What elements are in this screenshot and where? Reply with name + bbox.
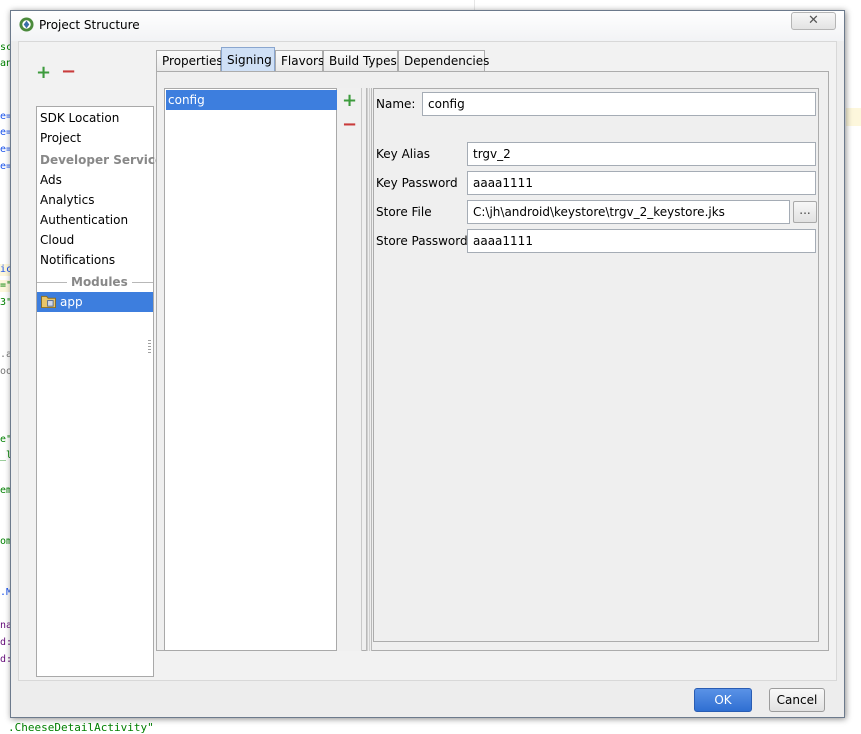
editor-highlight (846, 108, 861, 126)
browse-button[interactable]: ... (793, 201, 817, 223)
tab-signing[interactable]: Signing (221, 47, 275, 72)
sidebar-item-project[interactable]: Project (40, 128, 81, 148)
name-label: Name: (376, 97, 416, 111)
cancel-button[interactable]: Cancel (769, 688, 825, 712)
sidebar: SDK Location Project Developer Services … (36, 106, 170, 677)
sidebar-item-app[interactable]: app (37, 292, 153, 312)
tab-dependencies[interactable]: Dependencies (398, 50, 489, 71)
tab-build-types[interactable]: Build Types (323, 50, 398, 71)
sidebar-header-developer-services: Developer Services (40, 153, 171, 167)
sidebar-item-analytics[interactable]: Analytics (40, 190, 95, 210)
store-password-field[interactable] (467, 229, 816, 253)
module-label: app (60, 295, 83, 309)
add-config-icon[interactable]: + (342, 92, 357, 110)
key-alias-field[interactable] (467, 142, 816, 166)
title-bar[interactable]: Project Structure ✕ (11, 11, 844, 41)
key-password-label: Key Password (376, 176, 458, 190)
tab-properties[interactable]: Properties (156, 50, 223, 71)
splitter-handle[interactable] (148, 340, 151, 354)
remove-config-icon[interactable]: − (342, 116, 357, 134)
code-line: .CheeseDetailActivity" (8, 721, 154, 734)
dialog-title: Project Structure (39, 18, 140, 32)
project-structure-dialog: Project Structure ✕ + − SDK Location Pro… (10, 10, 845, 718)
key-alias-label: Key Alias (376, 147, 431, 161)
modules-header: Modules (67, 274, 132, 290)
vertical-splitter[interactable] (366, 88, 372, 651)
signing-config-item[interactable]: config (166, 90, 337, 110)
name-field[interactable] (422, 92, 816, 116)
key-password-field[interactable] (467, 171, 816, 195)
sidebar-item-authentication[interactable]: Authentication (40, 210, 128, 230)
store-file-field[interactable] (467, 200, 790, 224)
close-button[interactable]: ✕ (791, 12, 836, 30)
tab-flavors[interactable]: Flavors (275, 50, 324, 71)
sidebar-item-cloud[interactable]: Cloud (40, 230, 74, 250)
store-file-label: Store File (376, 205, 432, 219)
module-folder-icon (41, 295, 56, 308)
close-icon: ✕ (808, 13, 819, 28)
sidebar-item-sdk-location[interactable]: SDK Location (40, 108, 119, 128)
dialog-content: + − SDK Location Project Developer Servi… (18, 41, 837, 681)
sidebar-item-ads[interactable]: Ads (40, 170, 62, 190)
signing-config-list[interactable]: config (164, 88, 337, 651)
android-studio-icon (19, 17, 34, 32)
store-password-label: Store Password (376, 234, 468, 248)
remove-icon[interactable]: − (61, 63, 76, 81)
add-icon[interactable]: + (36, 64, 51, 82)
sidebar-item-notifications[interactable]: Notifications (40, 250, 115, 270)
ok-button[interactable]: OK (694, 688, 752, 712)
signing-list-toolbar: + − (337, 88, 362, 651)
